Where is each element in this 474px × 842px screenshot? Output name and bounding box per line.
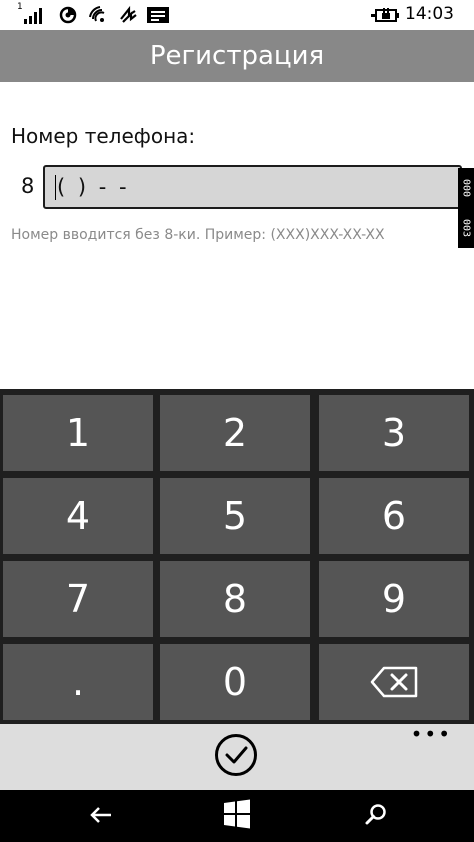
status-time: 14:03 — [405, 4, 454, 24]
page-title: Регистрация — [149, 41, 325, 71]
windows-start-icon[interactable] — [223, 799, 251, 829]
page-header: Регистрация — [0, 30, 474, 82]
nfc-icon — [120, 5, 137, 23]
key-9[interactable]: 9 — [319, 561, 469, 637]
backspace-icon — [370, 666, 418, 698]
phone-prefix: 8 — [21, 174, 35, 198]
accept-button[interactable] — [215, 734, 257, 776]
search-icon[interactable] — [364, 802, 388, 826]
back-arrow-icon[interactable] — [89, 805, 113, 825]
key-backspace[interactable] — [319, 644, 469, 720]
side-counter: 000 003 — [458, 168, 474, 248]
key-dot[interactable]: . — [3, 644, 153, 720]
signal-bars-icon — [24, 8, 42, 24]
phone-hint: Номер вводится без 8-ки. Пример: (XXX)XX… — [11, 227, 385, 243]
key-4[interactable]: 4 — [3, 478, 153, 554]
signal-sim-number: 1 — [17, 2, 23, 12]
battery-charging-icon — [371, 8, 399, 22]
checkmark-circle-icon — [225, 746, 248, 764]
message-icon — [147, 7, 169, 23]
side-counter-top: 000 — [460, 178, 472, 198]
key-7[interactable]: 7 — [3, 561, 153, 637]
key-2[interactable]: 2 — [160, 395, 310, 471]
key-1[interactable]: 1 — [3, 395, 153, 471]
key-6[interactable]: 6 — [319, 478, 469, 554]
wifi-icon — [89, 6, 105, 22]
phone-input[interactable]: ( ) - - — [43, 165, 462, 209]
key-3[interactable]: 3 — [319, 395, 469, 471]
more-options-button[interactable]: ••• — [411, 724, 452, 744]
key-0[interactable]: 0 — [160, 644, 310, 720]
key-5[interactable]: 5 — [160, 478, 310, 554]
key-8[interactable]: 8 — [160, 561, 310, 637]
phone-label: Номер телефона: — [11, 124, 196, 148]
side-counter-bottom: 003 — [460, 218, 472, 238]
status-bar: 1 14:03 — [0, 0, 474, 30]
data-sense-icon — [59, 6, 77, 24]
text-caret — [55, 175, 56, 200]
